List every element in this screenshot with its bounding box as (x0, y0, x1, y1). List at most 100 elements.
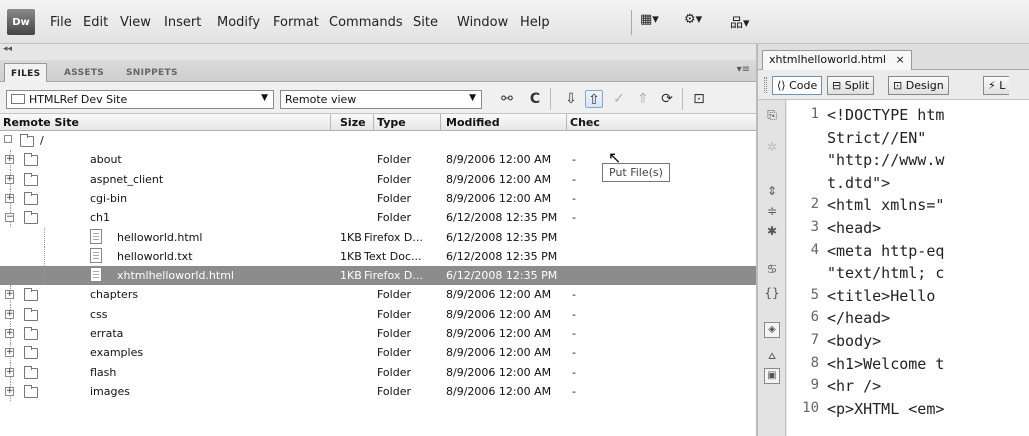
menu-modify[interactable]: Modify (217, 15, 260, 30)
tab-files[interactable]: FILES (4, 63, 48, 82)
menu-help[interactable]: Help (520, 15, 550, 30)
expand-icon[interactable]: ⊡ (690, 90, 708, 108)
site-map-icon[interactable]: 品▾ (730, 12, 750, 31)
column-checked-out[interactable]: Chec (570, 116, 600, 129)
code-line[interactable]: 7 <body> (787, 332, 1029, 353)
expand-icon[interactable]: + (5, 155, 14, 165)
code-line[interactable]: "text/html; c (787, 264, 1029, 285)
expand-icon[interactable]: + (5, 193, 14, 203)
expand-icon[interactable]: + (5, 174, 14, 184)
toolbar-grip[interactable] (764, 77, 767, 93)
file-row[interactable]: helloworld.html 1KB Firefox D... 6/12/2008 … (0, 227, 756, 247)
collapse-icon[interactable]: − (5, 213, 14, 223)
root-row[interactable]: / (0, 131, 756, 150)
code-view-button[interactable]: ⟨⟩ Code (772, 76, 823, 95)
site-select[interactable]: HTMLRef Dev Site ▼ (6, 90, 274, 109)
refresh-icon[interactable]: C (526, 90, 544, 108)
select-parent-icon[interactable]: ≑ (764, 204, 780, 220)
code-line[interactable]: 1 <!DOCTYPE htm (787, 106, 1029, 127)
layout-icon[interactable]: ▦▾ (640, 12, 659, 27)
column-divider[interactable] (373, 114, 374, 131)
connect-icon[interactable]: ⚯ (498, 90, 516, 108)
folder-row[interactable]: + css Folder 8/9/2006 12:00 AM - (0, 304, 756, 324)
code-line[interactable]: 3 <head> (787, 219, 1029, 240)
collapse-icon[interactable]: ◂◂ (3, 44, 12, 54)
folder-row[interactable]: − ch1 Folder 6/12/2008 12:35 PM - (0, 208, 756, 228)
view-select[interactable]: Remote view ▼ (280, 90, 482, 109)
expand-icon[interactable]: + (5, 290, 14, 300)
expand-icon[interactable]: + (5, 309, 14, 319)
column-divider[interactable] (566, 114, 567, 131)
code-editor[interactable]: 1 <!DOCTYPE htm Strict//EN" "http://www.w t.… (787, 100, 1029, 436)
code-text: <p>XHTML <em> (827, 399, 945, 418)
design-view-button[interactable]: ⊡ Design (888, 76, 949, 95)
file-row[interactable]: xhtmlhelloworld.html 1KB Firefox D... 6/12/… (0, 266, 756, 286)
line-numbers-icon[interactable]: ♋ (764, 262, 780, 278)
expand-icon[interactable]: + (5, 348, 14, 358)
document-panel: xhtmlhelloworld.html × ⟨⟩ Code ⊟ Split ⊡… (756, 44, 1029, 436)
gear-icon[interactable]: ⚙▾ (684, 12, 702, 27)
highlight-invalid-icon[interactable]: {} (764, 286, 780, 302)
format-source-icon[interactable]: ▣ (764, 368, 780, 384)
code-line[interactable]: 6 </head> (787, 309, 1029, 330)
put-file-icon[interactable]: ⇧ (585, 90, 603, 108)
balance-braces-icon[interactable]: ✱ (764, 224, 780, 240)
expand-icon[interactable]: + (5, 367, 14, 377)
panel-options-icon[interactable]: ▾≡ (737, 64, 750, 75)
toolbar-separator (550, 88, 551, 110)
column-divider[interactable] (440, 114, 441, 131)
close-icon[interactable]: × (896, 53, 905, 66)
expand-all-icon[interactable]: ⇕ (764, 184, 780, 200)
code-line[interactable]: 10 <p>XHTML <em> (787, 400, 1029, 421)
code-text: <!DOCTYPE htm (827, 106, 945, 124)
apply-comment-icon[interactable]: ⩟ (764, 348, 780, 364)
code-line[interactable]: 5 <title>Hello (787, 287, 1029, 308)
menu-insert[interactable]: Insert (164, 15, 201, 30)
get-file-icon[interactable]: ⇩ (562, 90, 580, 108)
column-remote-site[interactable]: Remote Site (3, 116, 79, 129)
menu-format[interactable]: Format (273, 15, 319, 30)
folder-row[interactable]: + examples Folder 8/9/2006 12:00 AM - (0, 343, 756, 363)
folder-row[interactable]: + images Folder 8/9/2006 12:00 AM - (0, 381, 756, 402)
check-out-icon[interactable]: ✓ (610, 90, 628, 108)
menu-window[interactable]: Window (457, 15, 508, 30)
folder-row[interactable]: + flash Folder 8/9/2006 12:00 AM - (0, 362, 756, 382)
syntax-coloring-icon[interactable]: ◈ (764, 322, 780, 338)
line-number: 6 (810, 309, 819, 326)
column-size[interactable]: Size (340, 116, 366, 129)
open-documents-icon[interactable]: ⎘ (764, 108, 780, 124)
folder-icon (24, 384, 38, 398)
tab-assets[interactable]: ASSETS (58, 63, 110, 82)
menu-commands[interactable]: Commands (329, 15, 403, 30)
split-view-button[interactable]: ⊟ Split (827, 76, 875, 95)
file-row[interactable]: helloworld.txt 1KB Text Doc... 6/12/2008 12… (0, 246, 756, 267)
menu-file[interactable]: File (50, 15, 72, 30)
column-divider[interactable] (330, 114, 331, 131)
menu-edit[interactable]: Edit (83, 15, 108, 30)
live-view-button[interactable]: ⚡ L (983, 76, 1010, 95)
code-line[interactable]: "http://www.w (787, 151, 1029, 172)
collapse-icon[interactable]: ✲ (764, 140, 780, 156)
code-line[interactable]: 9 <hr /> (787, 377, 1029, 398)
file-name: examples (90, 346, 144, 360)
code-line[interactable]: t.dtd"> (787, 174, 1029, 195)
code-line[interactable]: 8 <h1>Welcome t (787, 355, 1029, 376)
panel-collapse-bar[interactable]: ◂◂ (0, 44, 756, 60)
document-tab[interactable]: xhtmlhelloworld.html × (762, 50, 912, 70)
code-line[interactable]: 4 <meta http-eq (787, 242, 1029, 263)
folder-row[interactable]: + cgi-bin Folder 8/9/2006 12:00 AM - (0, 188, 756, 209)
column-modified[interactable]: Modified (446, 116, 500, 129)
menu-view[interactable]: View (120, 15, 151, 30)
expand-icon[interactable]: + (5, 329, 14, 338)
check-in-icon[interactable]: ⇑ (634, 90, 652, 108)
synchronize-icon[interactable]: ⟳ (658, 90, 676, 108)
expand-icon[interactable]: + (5, 386, 14, 396)
code-line[interactable]: Strict//EN" (787, 129, 1029, 150)
menu-site[interactable]: Site (413, 15, 438, 30)
column-type[interactable]: Type (377, 116, 406, 129)
folder-row[interactable]: + chapters Folder 8/9/2006 12:00 AM - (0, 285, 756, 305)
folder-row[interactable]: + errata Folder 8/9/2006 12:00 AM - (0, 324, 756, 344)
tab-snippets[interactable]: SNIPPETS (120, 63, 184, 82)
code-line[interactable]: 2 <html xmlns=" (787, 196, 1029, 217)
collapse-box-icon[interactable] (4, 135, 12, 143)
